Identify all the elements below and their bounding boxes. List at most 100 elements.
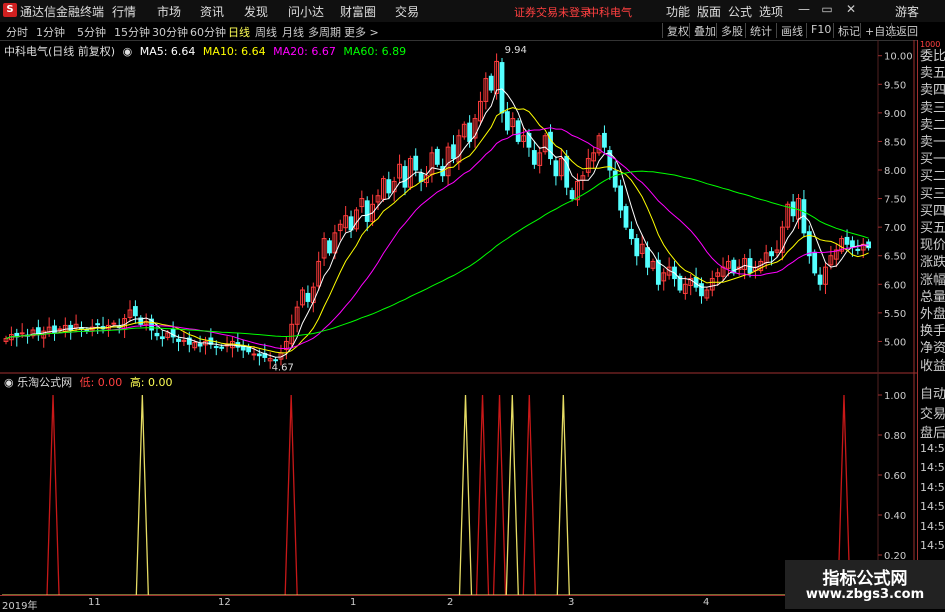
chart-title: 中科电气(日线 前复权): [4, 45, 116, 58]
btn-back[interactable]: 返回: [891, 23, 918, 38]
menu-market[interactable]: 市场: [157, 3, 181, 20]
period-1min[interactable]: 1分钟: [36, 24, 65, 40]
period-intraday[interactable]: 分时: [6, 24, 28, 40]
candle-body: [434, 148, 440, 165]
stock-name-top: 中科电气: [588, 6, 632, 19]
period-monthly[interactable]: 月线: [282, 24, 304, 40]
candle-body: [569, 190, 575, 200]
candle-body: [133, 306, 138, 317]
app-title: 通达信金融终端: [20, 5, 105, 19]
menu-formula[interactable]: 公式: [728, 3, 752, 20]
btn-multistock[interactable]: 多股: [716, 23, 743, 38]
watermark-title: 指标公式网: [822, 569, 908, 589]
btn-adjust[interactable]: 复权: [662, 23, 689, 38]
high-price-label: 9.94: [505, 45, 527, 56]
panel-lower-8: 14:56: [920, 539, 945, 552]
btn-f10[interactable]: F10: [806, 23, 831, 38]
candle-body: [634, 238, 640, 257]
candle-body: [467, 122, 473, 142]
indicator-spike: [522, 394, 536, 595]
y-tick-label: 9.50: [884, 80, 906, 91]
candle-body: [618, 185, 623, 211]
x-label-12: 12: [218, 597, 231, 608]
candle-body: [812, 251, 818, 274]
menu-quotes[interactable]: 行情: [112, 3, 136, 20]
panel-label-7: 买二: [920, 169, 945, 185]
y-tick-label: 7.00: [884, 223, 906, 234]
panel-lower-1: 交易: [920, 406, 945, 422]
btn-overlay[interactable]: 叠加: [689, 23, 716, 38]
watermark: 指标公式网 www.zbgs3.com: [785, 560, 945, 609]
x-label-4: 4: [703, 597, 710, 608]
indicator-name[interactable]: 乐淘公式网: [17, 376, 72, 389]
y-tick-label: 5.00: [884, 337, 906, 348]
kline-chart[interactable]: 10.00 9.50 9.00 8.50 8.00 7.50 7.00 6.50 6.00 5.5…: [0, 40, 917, 595]
panel-label-8: 买三: [920, 186, 945, 202]
candle-body: [154, 332, 160, 337]
y-tick-label: 8.50: [884, 137, 906, 148]
panel-label-15: 外盘: [920, 307, 945, 322]
period-weekly[interactable]: 周线: [255, 24, 277, 40]
period-more[interactable]: 更多 >: [344, 24, 379, 40]
legend-toggle-icon[interactable]: ◉: [123, 45, 133, 58]
indicator-spike: [475, 394, 490, 595]
btn-mark[interactable]: 标记: [833, 23, 860, 38]
period-60min[interactable]: 60分钟: [190, 24, 226, 40]
candle-body: [219, 346, 225, 349]
candle-body: [413, 155, 419, 171]
candle-body: [612, 170, 618, 188]
btn-stats[interactable]: 统计: [745, 23, 772, 38]
panel-label-4: 卖二: [920, 117, 945, 133]
btn-draw[interactable]: 画线: [776, 23, 803, 38]
candle-body: [273, 359, 278, 362]
panel-lower-5: 14:56: [920, 480, 945, 494]
candle-body: [548, 131, 553, 160]
period-30min[interactable]: 30分钟: [152, 24, 188, 40]
candle-body: [327, 240, 332, 254]
period-daily[interactable]: 日线: [228, 24, 250, 40]
menu-discover[interactable]: 发现: [244, 3, 268, 20]
panel-label-16: 换手: [920, 324, 945, 340]
panel-label-18: 收益: [920, 358, 945, 374]
panel-lower-6: 14:56: [920, 500, 945, 513]
menu-ask[interactable]: 问小达: [288, 3, 324, 20]
menu-layout[interactable]: 版面: [697, 3, 721, 20]
indicator-spike: [492, 394, 507, 595]
menu-news[interactable]: 资讯: [200, 3, 224, 20]
minimize-icon[interactable]: —: [795, 2, 813, 18]
y-tick-label: 10.00: [884, 52, 913, 63]
candlestick-series: [3, 53, 871, 369]
panel-label-3: 卖三: [920, 100, 945, 116]
menu-function[interactable]: 功能: [666, 3, 690, 20]
panel-label-13: 涨幅: [920, 272, 945, 288]
guest-label[interactable]: 游客: [895, 3, 919, 20]
period-15min[interactable]: 15分钟: [114, 24, 150, 40]
y-tick-label: 9.00: [884, 109, 906, 120]
candle-body: [386, 179, 392, 194]
candle-body: [515, 120, 521, 142]
menu-trade[interactable]: 交易: [395, 3, 419, 20]
candle-body: [159, 336, 165, 340]
quote-side-panel: 1000 委比 卖五 卖四 卖三 卖二 卖一 买一 买二 买三 买四 买五 现价 涨跌 涨幅 总量 外盘 换手净…: [917, 40, 945, 570]
candle-body: [176, 338, 181, 342]
ind-y-tick-label: 0.60: [884, 471, 906, 482]
close-icon[interactable]: ✕: [842, 2, 860, 18]
menu-options[interactable]: 选项: [759, 3, 783, 20]
candle-body: [305, 292, 311, 302]
restore-icon[interactable]: ▭: [818, 2, 836, 18]
login-warning[interactable]: 证券交易未登录: [514, 4, 591, 20]
ind-y-tick-label: 0.40: [884, 511, 906, 522]
indicator-toggle-icon[interactable]: ◉: [4, 376, 14, 389]
x-label-11: 11: [88, 597, 101, 608]
ind-y-tick-label: 0.80: [884, 431, 906, 442]
candle-body: [844, 236, 850, 245]
indicator-spike: [135, 394, 149, 595]
panel-lower-7: 14:56: [920, 519, 945, 533]
panel-label-12: 涨跌: [920, 255, 945, 271]
ma10-label: MA10: 6.64: [202, 45, 266, 58]
indicator-high-label: 高: 0.00: [129, 376, 173, 389]
menu-wealth[interactable]: 财富圈: [340, 3, 376, 20]
period-5min[interactable]: 5分钟: [77, 24, 106, 40]
period-multi[interactable]: 多周期: [308, 24, 341, 40]
period-toolbar: 分时 1分钟 5分钟 15分钟 30分钟 60分钟 日线 周线 月线 多周期 更…: [0, 22, 945, 41]
